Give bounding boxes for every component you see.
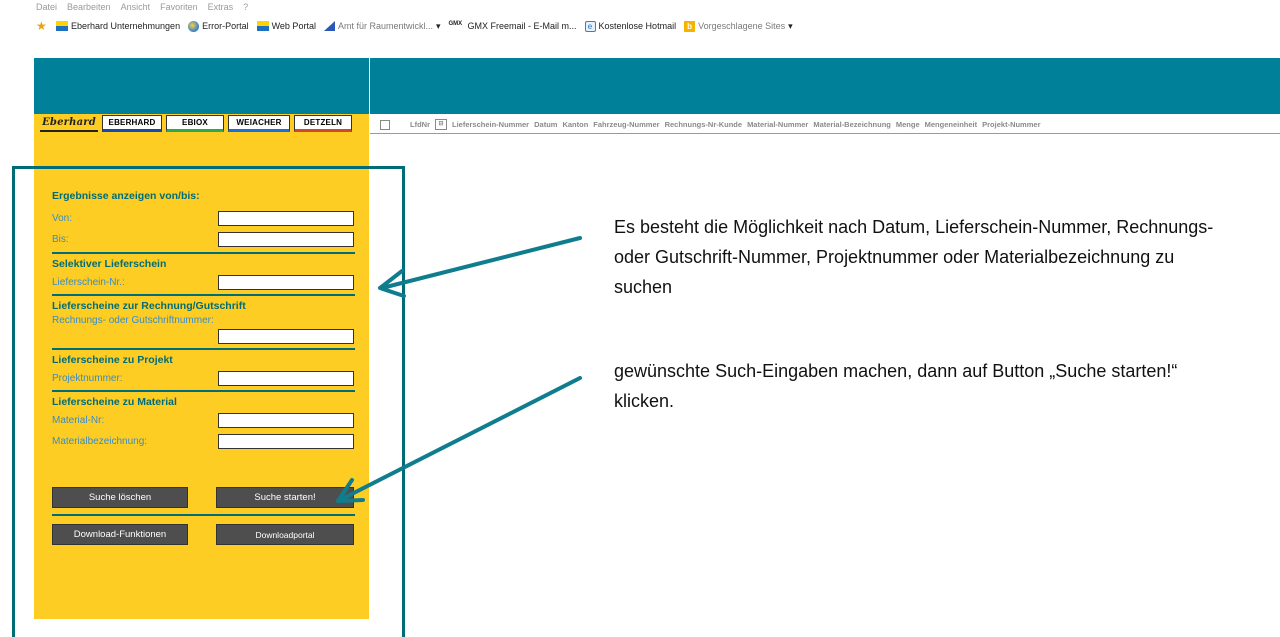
column-header-rechnungs-nr-kunde[interactable]: Rechnungs-Nr-Kunde: [665, 120, 743, 129]
invoice-number-input[interactable]: [218, 328, 354, 344]
arrow-to-delivery-field: [378, 236, 582, 298]
favorite-kostenlose-hotmail[interactable]: e Kostenlose Hotmail: [584, 20, 677, 32]
material-number-input[interactable]: [218, 412, 354, 428]
column-header-menge[interactable]: Menge: [896, 120, 920, 129]
screenshot-root: Datei Bearbeiten Ansicht Favoriten Extra…: [0, 0, 1280, 637]
section-title-selective: Selektiver Lieferschein: [52, 258, 167, 270]
flag-icon: [256, 21, 269, 31]
column-header-material-bezeichnung[interactable]: Material-Bezeichnung: [813, 120, 891, 129]
browser-menu-bar: Datei Bearbeiten Ansicht Favoriten Extra…: [36, 2, 248, 16]
favorite-label: Kostenlose Hotmail: [598, 21, 677, 31]
tab-detzeln[interactable]: DETZELN: [294, 115, 352, 132]
delivery-row: Lieferschein-Nr.:: [52, 272, 357, 292]
from-label: Von:: [52, 212, 73, 224]
section-title-project: Lieferscheine zu Projekt: [52, 354, 173, 366]
separator: [52, 390, 355, 392]
section-title-invoice: Lieferscheine zur Rechnung/Gutschrift: [52, 300, 246, 312]
header-bar-left: [34, 58, 369, 114]
favorite-amt-fuer-raumentwicklung[interactable]: Amt für Raumentwickl... ▾: [323, 21, 441, 32]
tab-eberhard[interactable]: EBERHARD: [102, 115, 162, 132]
separator: [52, 348, 355, 350]
ie-icon: e: [584, 20, 596, 32]
favorite-web-portal[interactable]: Web Portal: [256, 21, 316, 31]
column-header-kanton[interactable]: Kanton: [562, 120, 588, 129]
bing-icon: b: [684, 20, 696, 32]
tab-ebiox[interactable]: EBIOX: [166, 115, 224, 132]
project-number-input[interactable]: [218, 370, 354, 386]
separator: [52, 514, 355, 516]
annotation-search-options: Es besteht die Möglichkeit nach Datum, L…: [614, 217, 1214, 297]
tab-weiacher[interactable]: WEIACHER: [228, 115, 290, 132]
delivery-label: Lieferschein-Nr.:: [52, 276, 125, 288]
material-desc-label: Materialbezeichnung:: [52, 435, 148, 447]
triangle-icon: [323, 21, 335, 31]
chevron-down-icon[interactable]: ▾: [788, 21, 793, 32]
results-table-header: LfdNr ⊟ Lieferschein-Nummer Datum Kanton…: [370, 116, 1280, 134]
to-row: Bis:: [52, 228, 357, 250]
search-form: Ergebnisse anzeigen von/bis: Von: Bis: S…: [52, 190, 357, 452]
to-input[interactable]: [218, 231, 354, 247]
gmx-icon: GMX: [448, 21, 463, 27]
menu-item-favoriten[interactable]: Favoriten: [160, 2, 198, 16]
download-portal-button[interactable]: Downloadportal: [216, 524, 354, 545]
menu-item-bearbeiten[interactable]: Bearbeiten: [67, 2, 111, 16]
delivery-number-input[interactable]: [218, 274, 354, 290]
column-header-datum[interactable]: Datum: [534, 120, 557, 129]
separator: [52, 252, 355, 254]
favorites-bar: ★ Eberhard Unternehmungen Error-Portal W…: [36, 18, 793, 34]
project-row: Projektnummer:: [52, 368, 357, 388]
download-functions-button[interactable]: Download-Funktionen: [52, 524, 188, 545]
favorite-label: Eberhard Unternehmungen: [71, 21, 181, 31]
invoice-input-row: [52, 326, 357, 346]
material-nr-label: Material-Nr:: [52, 414, 105, 426]
to-label: Bis:: [52, 233, 69, 245]
favorite-label: Web Portal: [271, 21, 316, 31]
from-input[interactable]: [218, 210, 354, 226]
flag-icon: [56, 21, 68, 31]
menu-item-ansicht[interactable]: Ansicht: [121, 2, 151, 16]
favorites-star-icon[interactable]: ★: [36, 20, 48, 32]
section-title-results: Ergebnisse anzeigen von/bis:: [52, 190, 200, 202]
column-header-material-nummer[interactable]: Material-Nummer: [747, 120, 808, 129]
brand-tabs: Eberhard EBERHARD EBIOX WEIACHER DETZELN: [40, 115, 352, 132]
favorite-label: Vorgeschlagene Sites: [698, 21, 786, 31]
project-label: Projektnummer:: [52, 372, 123, 384]
annotation-search-instructions: gewünschte Such-Eingaben machen, dann au…: [614, 361, 1178, 411]
favorite-eberhard-unternehmungen[interactable]: Eberhard Unternehmungen: [56, 21, 180, 31]
from-row: Von:: [52, 208, 357, 228]
material-nr-row: Material-Nr:: [52, 410, 357, 430]
section-title-material: Lieferscheine zu Material: [52, 396, 177, 408]
header-bar-right: [370, 58, 1280, 114]
select-all-checkbox[interactable]: [380, 119, 390, 130]
chevron-down-icon[interactable]: ▾: [436, 21, 441, 32]
menu-item-help[interactable]: ?: [243, 2, 248, 16]
menu-item-datei[interactable]: Datei: [36, 2, 57, 16]
favorite-gmx-freemail[interactable]: GMX GMX Freemail - E-Mail m...: [449, 21, 577, 31]
material-desc-row: Materialbezeichnung:: [52, 430, 357, 452]
column-header-mengeneinheit[interactable]: Mengeneinheit: [925, 120, 978, 129]
column-header-lieferschein-nummer[interactable]: Lieferschein-Nummer: [452, 120, 529, 129]
column-header-lfdnr[interactable]: LfdNr: [410, 120, 430, 129]
material-description-input[interactable]: [218, 433, 354, 449]
menu-item-extras[interactable]: Extras: [208, 2, 234, 16]
column-header-fahrzeug-nummer[interactable]: Fahrzeug-Nummer: [593, 120, 659, 129]
globe-icon: [188, 20, 200, 32]
favorite-error-portal[interactable]: Error-Portal: [188, 20, 249, 32]
favorite-vorgeschlagene-sites[interactable]: b Vorgeschlagene Sites ▾: [684, 20, 793, 32]
column-header-projekt-nummer[interactable]: Projekt-Nummer: [982, 120, 1040, 129]
export-icon[interactable]: ⊟: [435, 119, 447, 130]
clear-search-button[interactable]: Suche löschen: [52, 487, 188, 508]
favorite-label: Error-Portal: [202, 21, 249, 31]
favorite-label: GMX Freemail - E-Mail m...: [467, 21, 577, 31]
eberhard-logo[interactable]: Eberhard: [40, 115, 98, 132]
invoice-label-row: Rechnungs- oder Gutschriftnummer:: [52, 314, 357, 326]
start-search-button[interactable]: Suche starten!: [216, 487, 354, 508]
separator: [52, 294, 355, 296]
favorite-label: Amt für Raumentwickl...: [337, 21, 433, 31]
invoice-label: Rechnungs- oder Gutschriftnummer:: [52, 314, 214, 326]
